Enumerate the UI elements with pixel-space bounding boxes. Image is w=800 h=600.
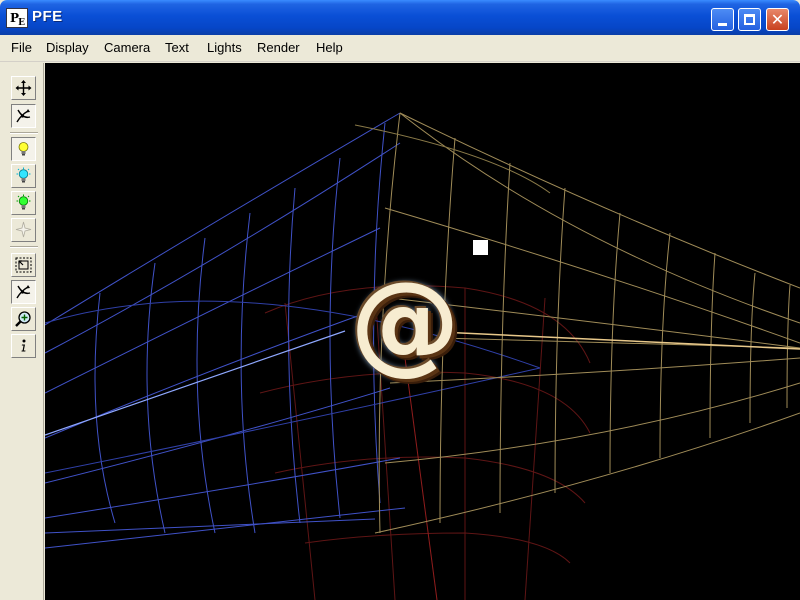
close-icon: ✕	[770, 10, 785, 29]
light-source-marker[interactable]	[473, 240, 488, 255]
zoom-icon	[15, 311, 31, 327]
move-tool-button[interactable]	[11, 76, 36, 100]
pfe-window: PE PFE ✕ File Display Camera Text Lights…	[0, 0, 800, 600]
window-title: PFE	[32, 8, 63, 25]
rotate-camera-icon	[16, 285, 31, 299]
light-yellow-icon	[18, 142, 29, 156]
render-viewport[interactable]: @	[45, 63, 800, 600]
info-button[interactable]	[11, 334, 36, 358]
disabled-light-button[interactable]	[11, 218, 36, 242]
menu-bar: File Display Camera Text Lights Render H…	[0, 35, 800, 62]
menu-display[interactable]: Display	[46, 40, 89, 55]
light-cyan-icon	[16, 167, 31, 183]
toolbar-separator	[10, 132, 38, 134]
yellow-light-button[interactable]	[11, 137, 36, 161]
green-light-button[interactable]	[11, 191, 36, 215]
rotate-icon	[16, 109, 31, 123]
maximize-button[interactable]	[738, 8, 761, 31]
blue-wireframe	[45, 112, 541, 549]
blue-axis-line	[45, 330, 346, 436]
rotate-tool-button[interactable]	[11, 104, 36, 128]
move-icon	[15, 80, 32, 96]
title-bar[interactable]: PE PFE ✕	[0, 0, 800, 35]
maximize-icon	[744, 14, 755, 25]
region-zoom-icon	[15, 257, 32, 273]
zoom-button[interactable]	[11, 307, 36, 331]
app-icon-letter: P	[10, 11, 19, 25]
minimize-button[interactable]	[711, 8, 734, 31]
menu-lights[interactable]: Lights	[207, 40, 242, 55]
menu-file[interactable]: File	[11, 40, 32, 55]
light-green-icon	[16, 194, 31, 210]
menu-render[interactable]: Render	[257, 40, 300, 55]
light-disabled-icon	[15, 221, 32, 238]
3d-text-glyph[interactable]: @	[345, 262, 465, 382]
menu-help[interactable]: Help	[316, 40, 343, 55]
menu-camera[interactable]: Camera	[104, 40, 150, 55]
toolbar-separator	[10, 246, 38, 248]
app-icon-sub: E	[18, 18, 25, 28]
tool-palette	[0, 63, 44, 600]
info-icon	[21, 339, 26, 352]
rotate-camera-button[interactable]	[11, 280, 36, 304]
gold-axis-line	[439, 331, 800, 350]
menu-text[interactable]: Text	[165, 40, 189, 55]
region-zoom-button[interactable]	[11, 253, 36, 277]
cyan-light-button[interactable]	[11, 164, 36, 188]
minimize-icon	[718, 23, 727, 26]
app-icon[interactable]: PE	[6, 8, 28, 28]
close-button[interactable]: ✕	[766, 8, 789, 31]
